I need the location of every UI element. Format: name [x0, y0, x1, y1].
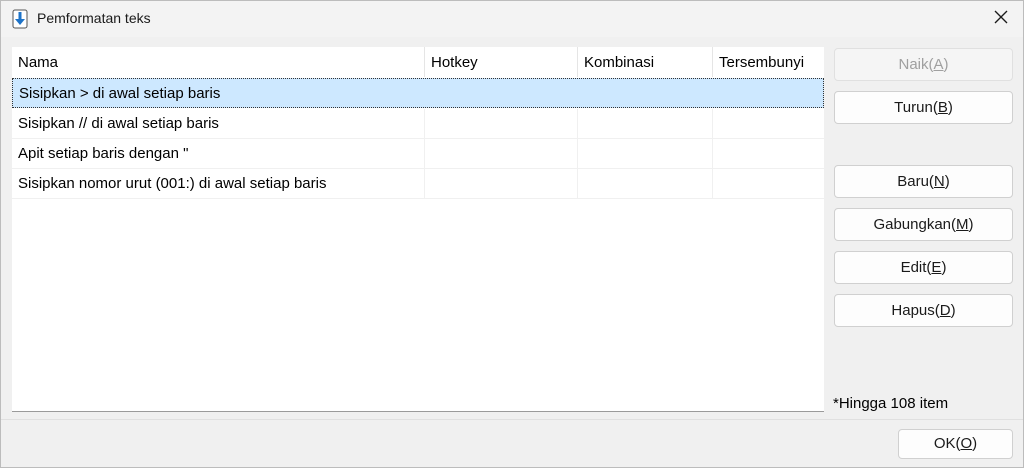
- item-limit-note: *Hingga 108 item: [833, 395, 949, 412]
- item-hotkey: [425, 139, 577, 169]
- list-item[interactable]: Sisipkan > di awal setiap baris: [12, 78, 824, 108]
- move-down-button[interactable]: Turun(B): [834, 91, 1013, 124]
- item-name: Sisipkan // di awal setiap baris: [18, 115, 219, 132]
- dialog-window: Pemformatan teks Nama Hotkey Kombinasi T…: [0, 0, 1024, 468]
- new-button[interactable]: Baru(N): [834, 165, 1013, 198]
- column-header-nama[interactable]: Nama: [12, 47, 424, 77]
- edit-button[interactable]: Edit(E): [834, 251, 1013, 284]
- download-arrow-icon: [12, 9, 28, 29]
- item-tersembunyi: [713, 109, 824, 139]
- item-kombinasi: [578, 169, 712, 199]
- item-hotkey: [426, 79, 578, 109]
- ok-button[interactable]: OK(O): [898, 429, 1013, 459]
- list-item[interactable]: Sisipkan nomor urut (001:) di awal setia…: [12, 169, 824, 199]
- delete-button[interactable]: Hapus(D): [834, 294, 1013, 327]
- merge-button[interactable]: Gabungkan(M): [834, 208, 1013, 241]
- move-up-button[interactable]: Naik(A): [834, 48, 1013, 81]
- item-kombinasi: [579, 79, 713, 109]
- item-tersembunyi: [713, 139, 824, 169]
- format-list[interactable]: Nama Hotkey Kombinasi Tersembunyi Sisipk…: [12, 47, 824, 412]
- item-tersembunyi: [713, 169, 824, 199]
- item-tersembunyi: [714, 79, 825, 109]
- item-name: Apit setiap baris dengan ": [18, 145, 189, 162]
- item-hotkey: [425, 169, 577, 199]
- divider: [1, 419, 1023, 420]
- column-header-tersembunyi[interactable]: Tersembunyi: [713, 47, 824, 77]
- title-bar: Pemformatan teks: [1, 1, 1023, 37]
- list-item[interactable]: Apit setiap baris dengan ": [12, 139, 824, 169]
- window-title: Pemformatan teks: [37, 10, 151, 26]
- item-kombinasi: [578, 139, 712, 169]
- column-header-hotkey[interactable]: Hotkey: [425, 47, 577, 77]
- close-icon: [994, 10, 1008, 28]
- item-name: Sisipkan > di awal setiap baris: [19, 85, 221, 102]
- item-name: Sisipkan nomor urut (001:) di awal setia…: [18, 175, 327, 192]
- list-header: Nama Hotkey Kombinasi Tersembunyi: [12, 47, 824, 77]
- list-item[interactable]: Sisipkan // di awal setiap baris: [12, 109, 824, 139]
- item-kombinasi: [578, 109, 712, 139]
- item-hotkey: [425, 109, 577, 139]
- column-header-kombinasi[interactable]: Kombinasi: [578, 47, 712, 77]
- close-button[interactable]: [987, 7, 1015, 31]
